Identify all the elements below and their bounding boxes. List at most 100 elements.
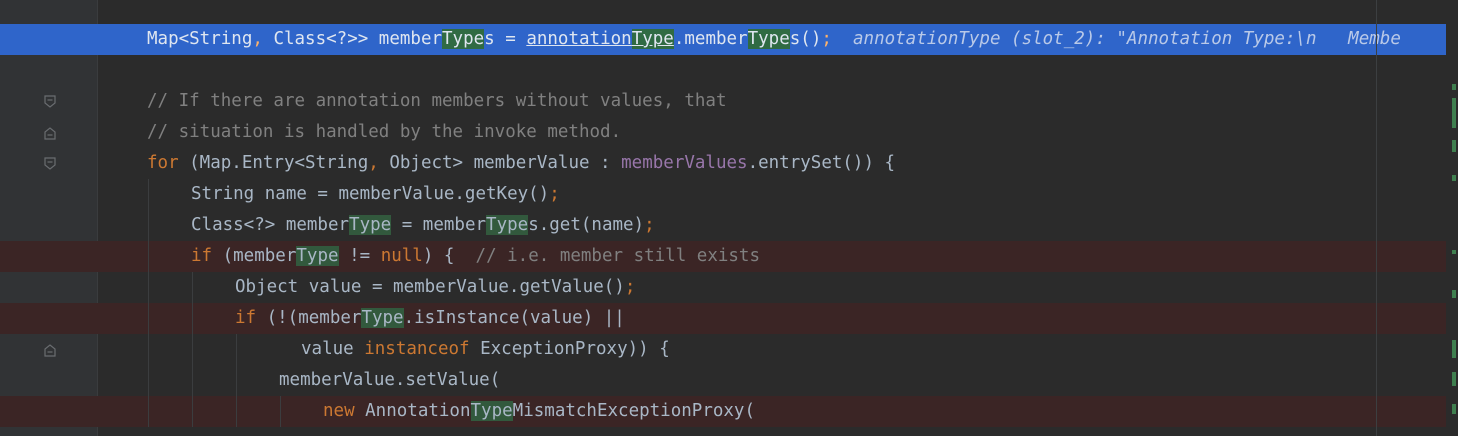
- code-line[interactable]: for (Map.Entry<String, Object> memberVal…: [0, 148, 1450, 179]
- identifier-highlight: Type: [361, 308, 404, 328]
- identifier-highlight: Type: [349, 215, 392, 235]
- code-token: instanceof: [364, 339, 470, 359]
- code-token: = member: [391, 215, 487, 235]
- indent-guide: [148, 396, 149, 427]
- code-text: Object value = memberValue.getValue();: [235, 272, 635, 303]
- code-token: .entrySet()) {: [747, 153, 896, 173]
- code-token: value: [301, 339, 365, 359]
- code-token: ;: [624, 277, 636, 297]
- code-token: (Map.Entry<String: [178, 153, 369, 173]
- code-token: Object> memberValue :: [389, 153, 622, 173]
- code-line[interactable]: Object value = memberValue.getValue();: [0, 272, 1450, 303]
- code-line[interactable]: // situation is handled by the invoke me…: [0, 117, 1450, 148]
- indent-guide: [280, 396, 281, 427]
- right-margin-guide: [1376, 0, 1377, 436]
- code-token: Map<String: [147, 29, 253, 49]
- code-text: // situation is handled by the invoke me…: [147, 117, 621, 148]
- inline-debug-value: annotationType (slot_2): "Annotation Typ…: [831, 29, 1401, 49]
- scrollbar-marker[interactable]: [1452, 98, 1456, 128]
- indent-guide: [148, 303, 149, 334]
- code-token: // situation is handled by the invoke me…: [147, 122, 622, 142]
- indent-guide: [192, 272, 193, 303]
- code-text: // If there are annotation members witho…: [147, 86, 726, 117]
- code-token: ,: [368, 153, 390, 173]
- code-token: ;: [821, 29, 832, 49]
- code-text: memberValue.setValue(: [279, 365, 500, 396]
- indent-guide: [236, 334, 237, 365]
- scrollbar-marker[interactable]: [1452, 372, 1456, 386]
- code-token: // If there are annotation members witho…: [147, 91, 727, 111]
- scrollbar-marker[interactable]: [1452, 84, 1456, 90]
- code-token: s =: [484, 29, 527, 49]
- code-token: for: [147, 153, 179, 173]
- code-text: if (memberType != null) { // i.e. member…: [191, 241, 760, 272]
- code-line[interactable]: memberValue.setValue(: [0, 365, 1450, 396]
- indent-guide: [192, 334, 193, 365]
- code-token: ExceptionProxy)) {: [469, 339, 670, 359]
- indent-guide: [236, 396, 237, 427]
- indent-guide: [148, 272, 149, 303]
- indent-guide: [192, 303, 193, 334]
- code-token: memberValues: [621, 153, 748, 173]
- code-line[interactable]: if (memberType != null) { // i.e. member…: [0, 241, 1450, 272]
- error-stripe-scrollbar[interactable]: [1446, 0, 1458, 436]
- code-text: for (Map.Entry<String, Object> memberVal…: [147, 148, 895, 179]
- code-text: Map<String, Class<?>> memberTypes = anno…: [147, 24, 1401, 55]
- code-text: if (!(memberType.isInstance(value) ||: [235, 303, 625, 334]
- code-token: Annotation: [354, 401, 471, 421]
- code-text: Class<?> memberType = memberTypes.get(na…: [191, 210, 655, 241]
- code-token: (member: [212, 246, 297, 266]
- indent-guide: [148, 241, 149, 272]
- indent-guide: [148, 210, 149, 241]
- code-token: ;: [644, 215, 655, 235]
- code-line[interactable]: value instanceof ExceptionProxy)) {: [0, 334, 1450, 365]
- code-token: ,: [252, 29, 274, 49]
- code-token: new: [323, 401, 355, 421]
- scrollbar-marker[interactable]: [1452, 175, 1456, 181]
- identifier-highlight: Type: [470, 401, 513, 421]
- indent-guide: [148, 334, 149, 365]
- code-line[interactable]: if (!(memberType.isInstance(value) ||: [0, 303, 1450, 334]
- code-token: // i.e. member still exists: [475, 246, 761, 266]
- code-token: s.get(name): [528, 215, 645, 235]
- code-token: (!(member: [256, 308, 362, 328]
- scrollbar-marker[interactable]: [1452, 140, 1456, 152]
- indent-guide: [192, 396, 193, 427]
- code-token: ;: [549, 184, 560, 204]
- identifier-highlight: Type: [486, 215, 529, 235]
- indent-guide: [148, 179, 149, 210]
- code-line[interactable]: Class<?> memberType = memberTypes.get(na…: [0, 210, 1450, 241]
- code-text: String name = memberValue.getKey();: [191, 179, 560, 210]
- code-token: Object value = memberValue.getValue(): [235, 277, 625, 297]
- code-token: if: [191, 246, 213, 266]
- code-token: .member: [673, 29, 748, 49]
- scrollbar-marker[interactable]: [1452, 290, 1456, 298]
- code-line[interactable]: String name = memberValue.getKey();: [0, 179, 1450, 210]
- code-token: if: [235, 308, 257, 328]
- indent-guide: [236, 365, 237, 396]
- code-token: String name = memberValue.getKey(): [191, 184, 550, 204]
- scrollbar-marker[interactable]: [1452, 340, 1456, 358]
- identifier-highlight: Type: [442, 29, 485, 49]
- code-token: memberValue.setValue(: [279, 370, 501, 390]
- code-token: annotation: [526, 29, 632, 49]
- execution-point-line[interactable]: Map<String, Class<?>> memberTypes = anno…: [0, 24, 1450, 55]
- code-text: value instanceof ExceptionProxy)) {: [301, 334, 670, 365]
- scrollbar-marker[interactable]: [1452, 250, 1456, 254]
- code-line[interactable]: // If there are annotation members witho…: [0, 86, 1450, 117]
- scrollbar-marker[interactable]: [1452, 404, 1456, 414]
- identifier-highlight: Type: [747, 29, 790, 49]
- code-token: s(): [789, 29, 822, 49]
- code-token: Class<?>> member: [273, 29, 443, 49]
- code-token: null: [380, 246, 423, 266]
- code-token: ) {: [422, 246, 476, 266]
- code-line[interactable]: new AnnotationTypeMismatchExceptionProxy…: [0, 396, 1450, 427]
- indent-guide: [148, 365, 149, 396]
- code-line[interactable]: [0, 55, 1450, 86]
- identifier-highlight: Type: [631, 29, 674, 49]
- indent-guide: [192, 365, 193, 396]
- code-text: new AnnotationTypeMismatchExceptionProxy…: [323, 396, 755, 427]
- code-token: .isInstance(value) ||: [403, 308, 625, 328]
- code-editor[interactable]: Map<String, Class<?>> memberTypes = anno…: [0, 0, 1458, 436]
- code-token: MismatchExceptionProxy(: [512, 401, 755, 421]
